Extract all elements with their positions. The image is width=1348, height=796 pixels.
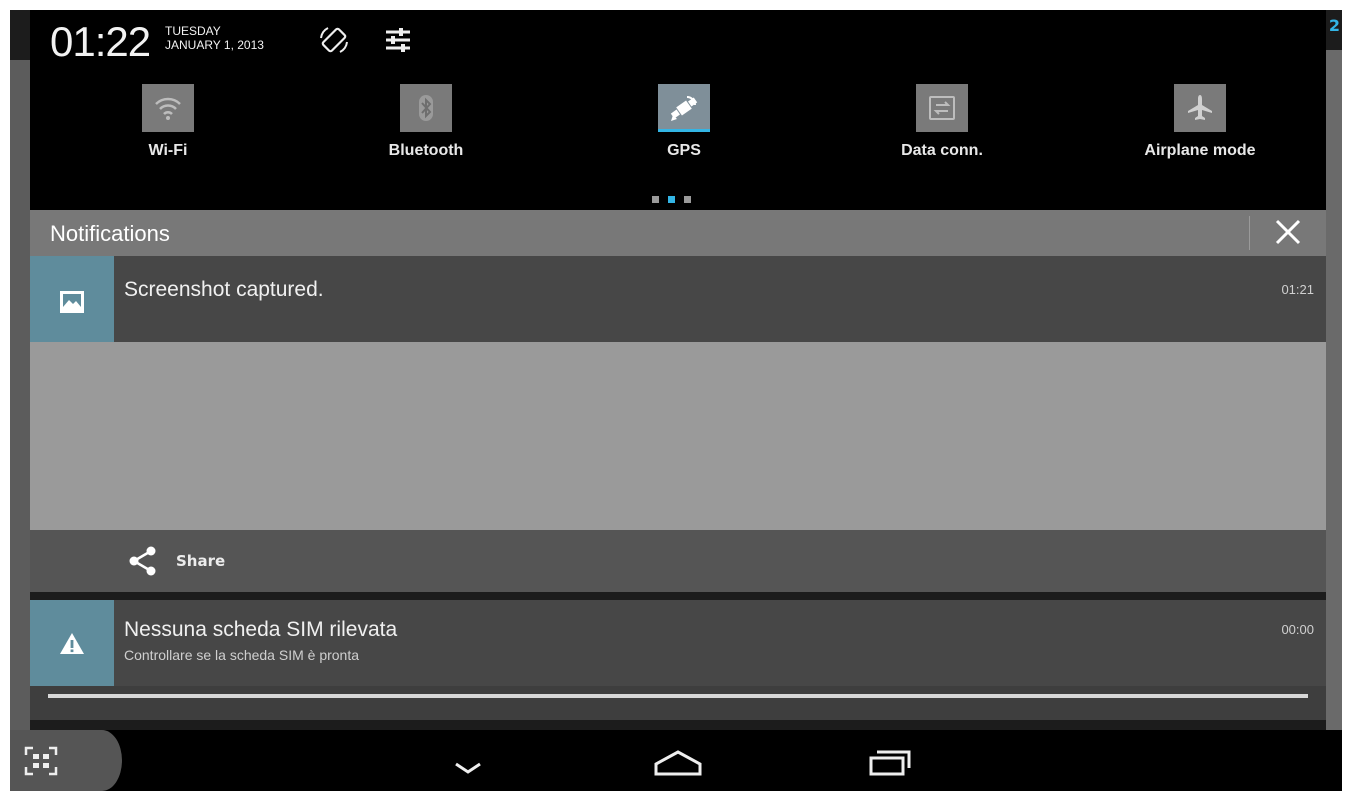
qs-tile-bluetooth[interactable]: Bluetooth — [336, 84, 516, 174]
screenshot-icon — [24, 746, 58, 776]
notifications-title: Notifications — [50, 221, 170, 246]
date: JANUARY 1, 2013 — [165, 38, 264, 52]
notifications-header: Notifications — [30, 210, 1326, 256]
clock: 01:22 — [50, 18, 151, 65]
wifi-icon — [142, 84, 194, 132]
notification-time: 01:21 — [1281, 282, 1314, 297]
gps-icon — [658, 84, 710, 132]
bluetooth-icon — [400, 84, 452, 132]
date-block: TUESDAY JANUARY 1, 2013 — [165, 24, 264, 52]
share-icon — [129, 546, 156, 576]
page-dot — [652, 196, 659, 203]
share-label: Share — [176, 552, 226, 570]
qs-label-bluetooth: Bluetooth — [388, 142, 464, 159]
qs-label-airplane: Airplane mode — [1144, 142, 1256, 159]
home-button[interactable] — [648, 740, 708, 784]
qs-label-gps: GPS — [667, 142, 701, 159]
settings-sliders-icon[interactable] — [382, 24, 414, 56]
recent-apps-icon — [869, 750, 911, 776]
qs-label-data-connection: Data conn. — [901, 142, 983, 159]
page-dot — [684, 196, 691, 203]
notification-subtitle: Controllare se la scheda SIM è pronta — [124, 647, 360, 663]
screenshot-preview[interactable] — [30, 342, 1326, 530]
back-icon — [455, 762, 481, 774]
clear-all-button[interactable] — [1268, 216, 1308, 250]
qs-tile-gps[interactable]: GPS — [594, 84, 774, 174]
status-corner-digit: 2 — [1328, 16, 1340, 35]
notification-actions: Share — [30, 530, 1326, 592]
qs-tile-data-connection[interactable]: Data conn. — [852, 84, 1032, 174]
notification-title: Screenshot captured. — [124, 278, 324, 301]
background-app-left-edge — [10, 60, 30, 740]
notification-title: Nessuna scheda SIM rilevata — [124, 618, 398, 641]
device-screen: 2 01:22 TUESDAY JANUARY 1, 2013 Wi-Fi Bl… — [10, 10, 1342, 791]
notification-icon-tile — [30, 600, 114, 686]
weekday: TUESDAY — [165, 24, 221, 38]
share-button[interactable]: Share — [126, 544, 266, 578]
page-dot-active — [668, 196, 675, 203]
recent-apps-button[interactable] — [860, 740, 920, 784]
notification-shade: 01:22 TUESDAY JANUARY 1, 2013 Wi-Fi Blue… — [30, 10, 1326, 720]
notification-screenshot[interactable]: Screenshot captured. 01:21 — [30, 256, 1326, 342]
home-icon — [654, 750, 702, 776]
header-divider — [1249, 216, 1250, 250]
shade-header: 01:22 TUESDAY JANUARY 1, 2013 Wi-Fi Blue… — [30, 10, 1326, 210]
airplane-icon — [1174, 84, 1226, 132]
screenshot-shortcut-panel[interactable] — [10, 730, 122, 791]
image-icon — [60, 291, 84, 313]
qs-tile-airplane[interactable]: Airplane mode — [1110, 84, 1290, 174]
notification-icon-tile — [30, 256, 114, 342]
auto-rotate-icon[interactable] — [318, 24, 350, 56]
shade-handle-area[interactable] — [30, 686, 1326, 720]
back-button[interactable] — [438, 740, 498, 784]
background-app-right-edge — [1326, 50, 1342, 740]
warning-icon — [60, 633, 84, 654]
data-connection-icon — [916, 84, 968, 132]
qs-tile-wifi[interactable]: Wi-Fi — [78, 84, 258, 174]
close-icon — [1275, 219, 1301, 245]
notification-sim[interactable]: Nessuna scheda SIM rilevata Controllare … — [30, 600, 1326, 686]
page-indicator — [652, 188, 700, 207]
notification-time: 00:00 — [1281, 622, 1314, 637]
qs-label-wifi: Wi-Fi — [148, 142, 188, 159]
navigation-bar — [10, 730, 1342, 791]
shade-drag-handle[interactable] — [48, 694, 1308, 698]
